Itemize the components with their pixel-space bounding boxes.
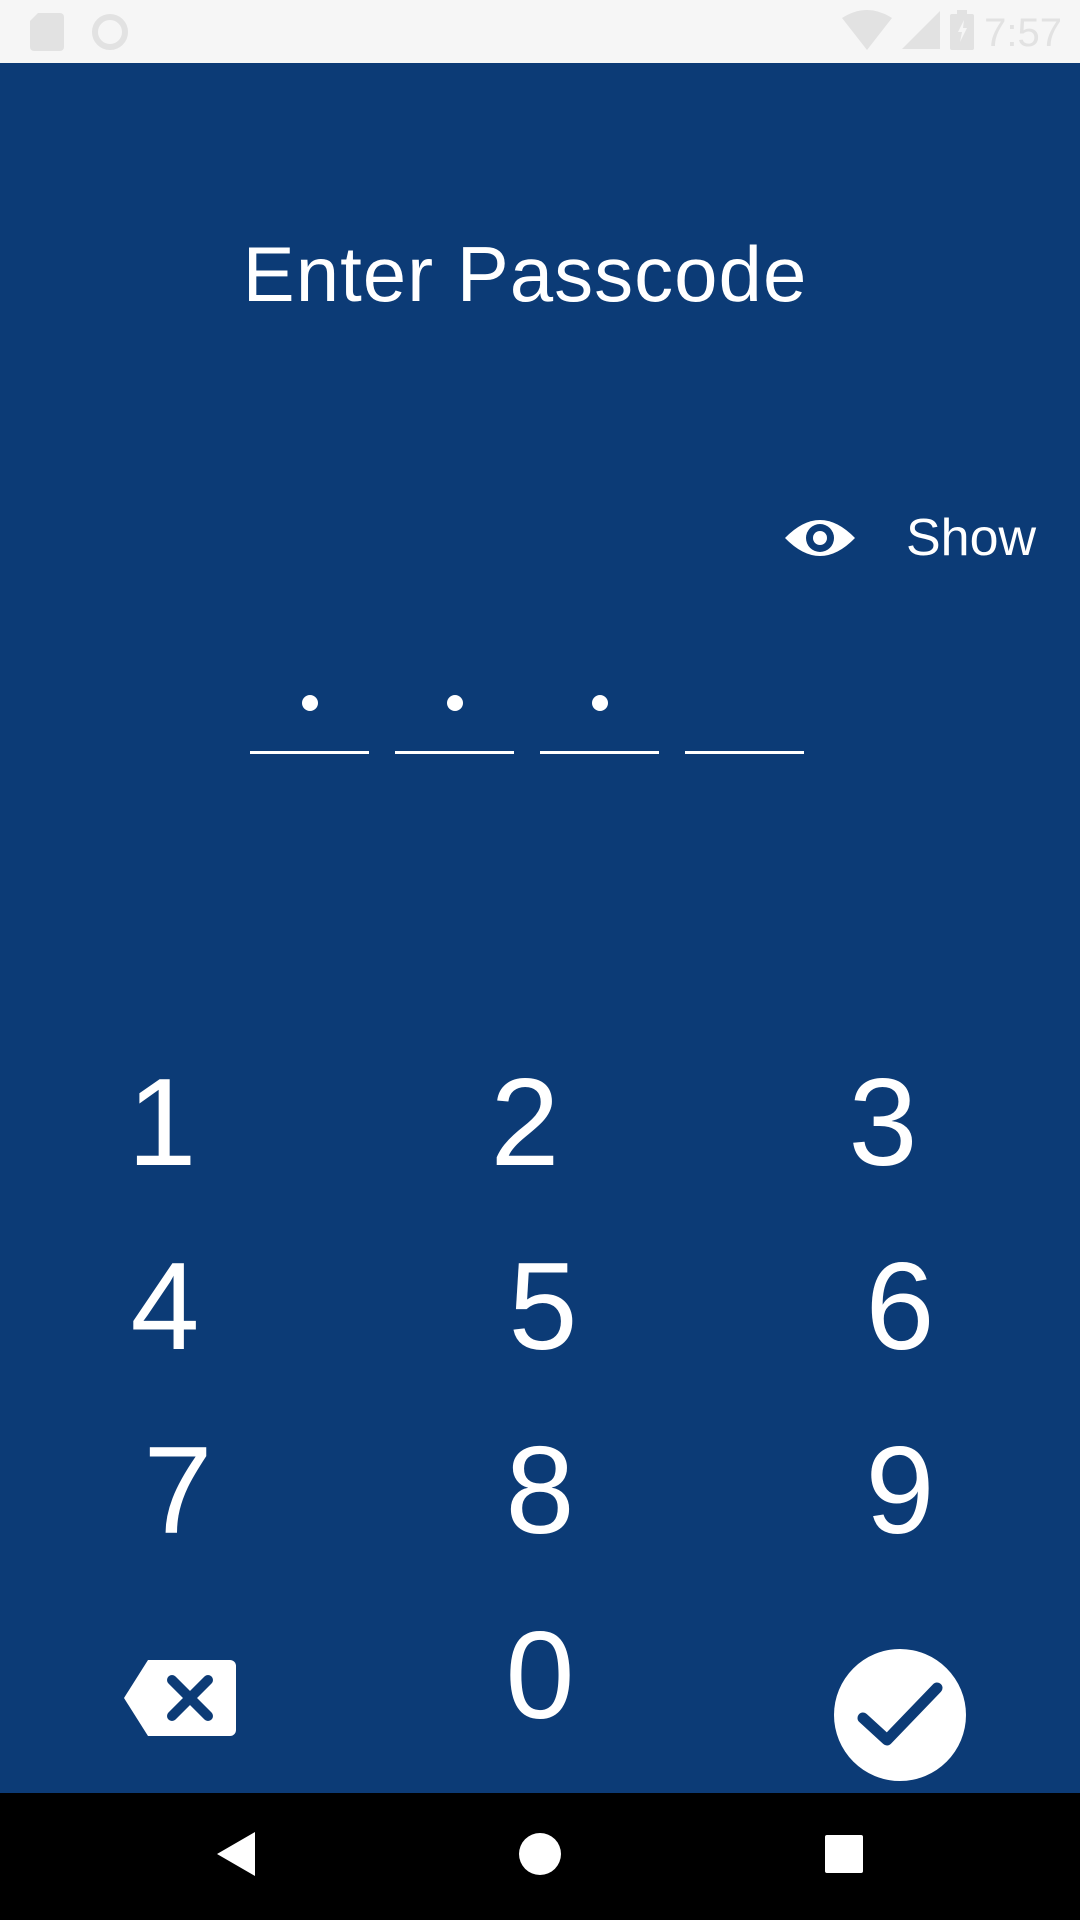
key-9[interactable]: 9 [800, 1411, 1000, 1571]
battery-icon [950, 10, 975, 55]
key-4[interactable]: 4 [65, 1227, 265, 1387]
passcode-digit-slot [250, 653, 369, 754]
key-8[interactable]: 8 [440, 1411, 640, 1571]
status-time: 7:57 [984, 10, 1062, 55]
passcode-field[interactable] [250, 653, 804, 754]
passcode-screen: Enter Passcode Show 1 2 3 4 5 6 7 8 9 0 [0, 63, 1080, 1793]
passcode-dot [301, 695, 318, 711]
key-1[interactable]: 1 [62, 1043, 262, 1203]
key-2[interactable]: 2 [425, 1043, 625, 1203]
page-title: Enter Passcode [242, 230, 808, 318]
key-0[interactable]: 0 [440, 1596, 640, 1756]
key-6[interactable]: 6 [800, 1227, 1000, 1387]
recents-button[interactable] [784, 1793, 904, 1920]
checkmark-icon [834, 1649, 966, 1781]
backspace-button[interactable] [110, 1650, 250, 1750]
status-icons-left [30, 12, 130, 57]
recents-icon [824, 1834, 864, 1879]
signal-icon [902, 11, 941, 54]
status-bar: 7:57 [0, 0, 1080, 63]
key-3[interactable]: 3 [783, 1043, 983, 1203]
show-label: Show [906, 509, 1037, 567]
key-7[interactable]: 7 [78, 1411, 278, 1571]
eye-icon [780, 508, 860, 568]
confirm-button[interactable] [834, 1649, 966, 1781]
home-button[interactable] [480, 1793, 600, 1920]
passcode-dot [591, 695, 608, 711]
passcode-digit-slot [540, 653, 659, 754]
status-icons-right: 7:57 [842, 10, 1062, 55]
backspace-icon [122, 1658, 238, 1743]
navigation-bar [0, 1793, 1080, 1920]
wifi-icon [842, 10, 893, 55]
sd-card-icon [30, 13, 64, 56]
show-passcode-toggle[interactable]: Show [780, 493, 1036, 583]
passcode-digit-slot [685, 653, 804, 754]
key-5[interactable]: 5 [443, 1227, 643, 1387]
home-icon [518, 1832, 562, 1881]
circle-sync-icon [90, 12, 130, 57]
back-button[interactable] [176, 1793, 296, 1920]
passcode-digit-slot [395, 653, 514, 754]
back-icon [215, 1830, 257, 1883]
passcode-dot [446, 695, 463, 711]
